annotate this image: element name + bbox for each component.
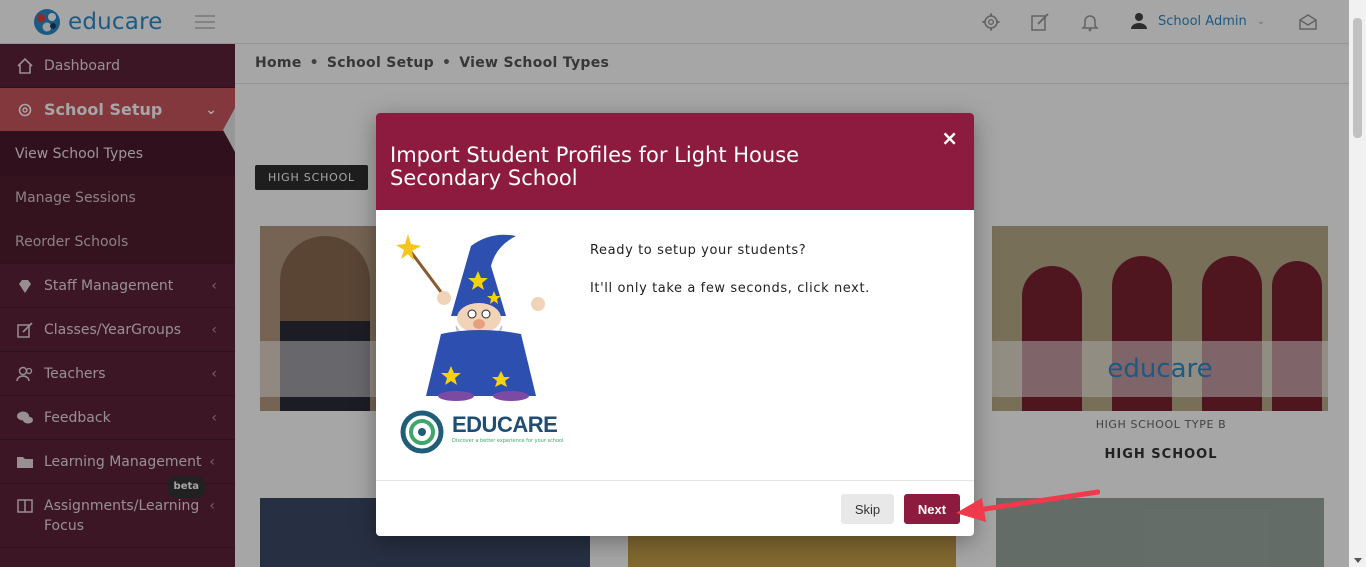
modal-message-ready: Ready to setup your students? — [590, 243, 807, 258]
annotation-arrow-icon — [956, 489, 1100, 522]
educare-brand-logo: EDUCARE Discover a better experience for… — [400, 410, 564, 454]
educare-logo-tagline: Discover a better experience for your sc… — [452, 438, 564, 444]
modal-header: Import Student Profiles for Light House … — [376, 113, 974, 210]
page-scrollbar[interactable] — [1349, 0, 1366, 567]
modal-body: EDUCARE Discover a better experience for… — [376, 210, 974, 481]
import-students-modal: Import Student Profiles for Light House … — [376, 113, 974, 536]
modal-title: Import Student Profiles for Light House … — [390, 143, 800, 190]
educare-logo-text: EDUCARE — [452, 412, 558, 437]
modal-message-hint: It'll only take a few seconds, click nex… — [590, 281, 870, 296]
skip-button[interactable]: Skip — [841, 494, 894, 524]
educare-swirl-icon — [400, 410, 444, 454]
close-icon[interactable]: × — [941, 126, 958, 150]
wizard-illustration — [396, 234, 545, 401]
